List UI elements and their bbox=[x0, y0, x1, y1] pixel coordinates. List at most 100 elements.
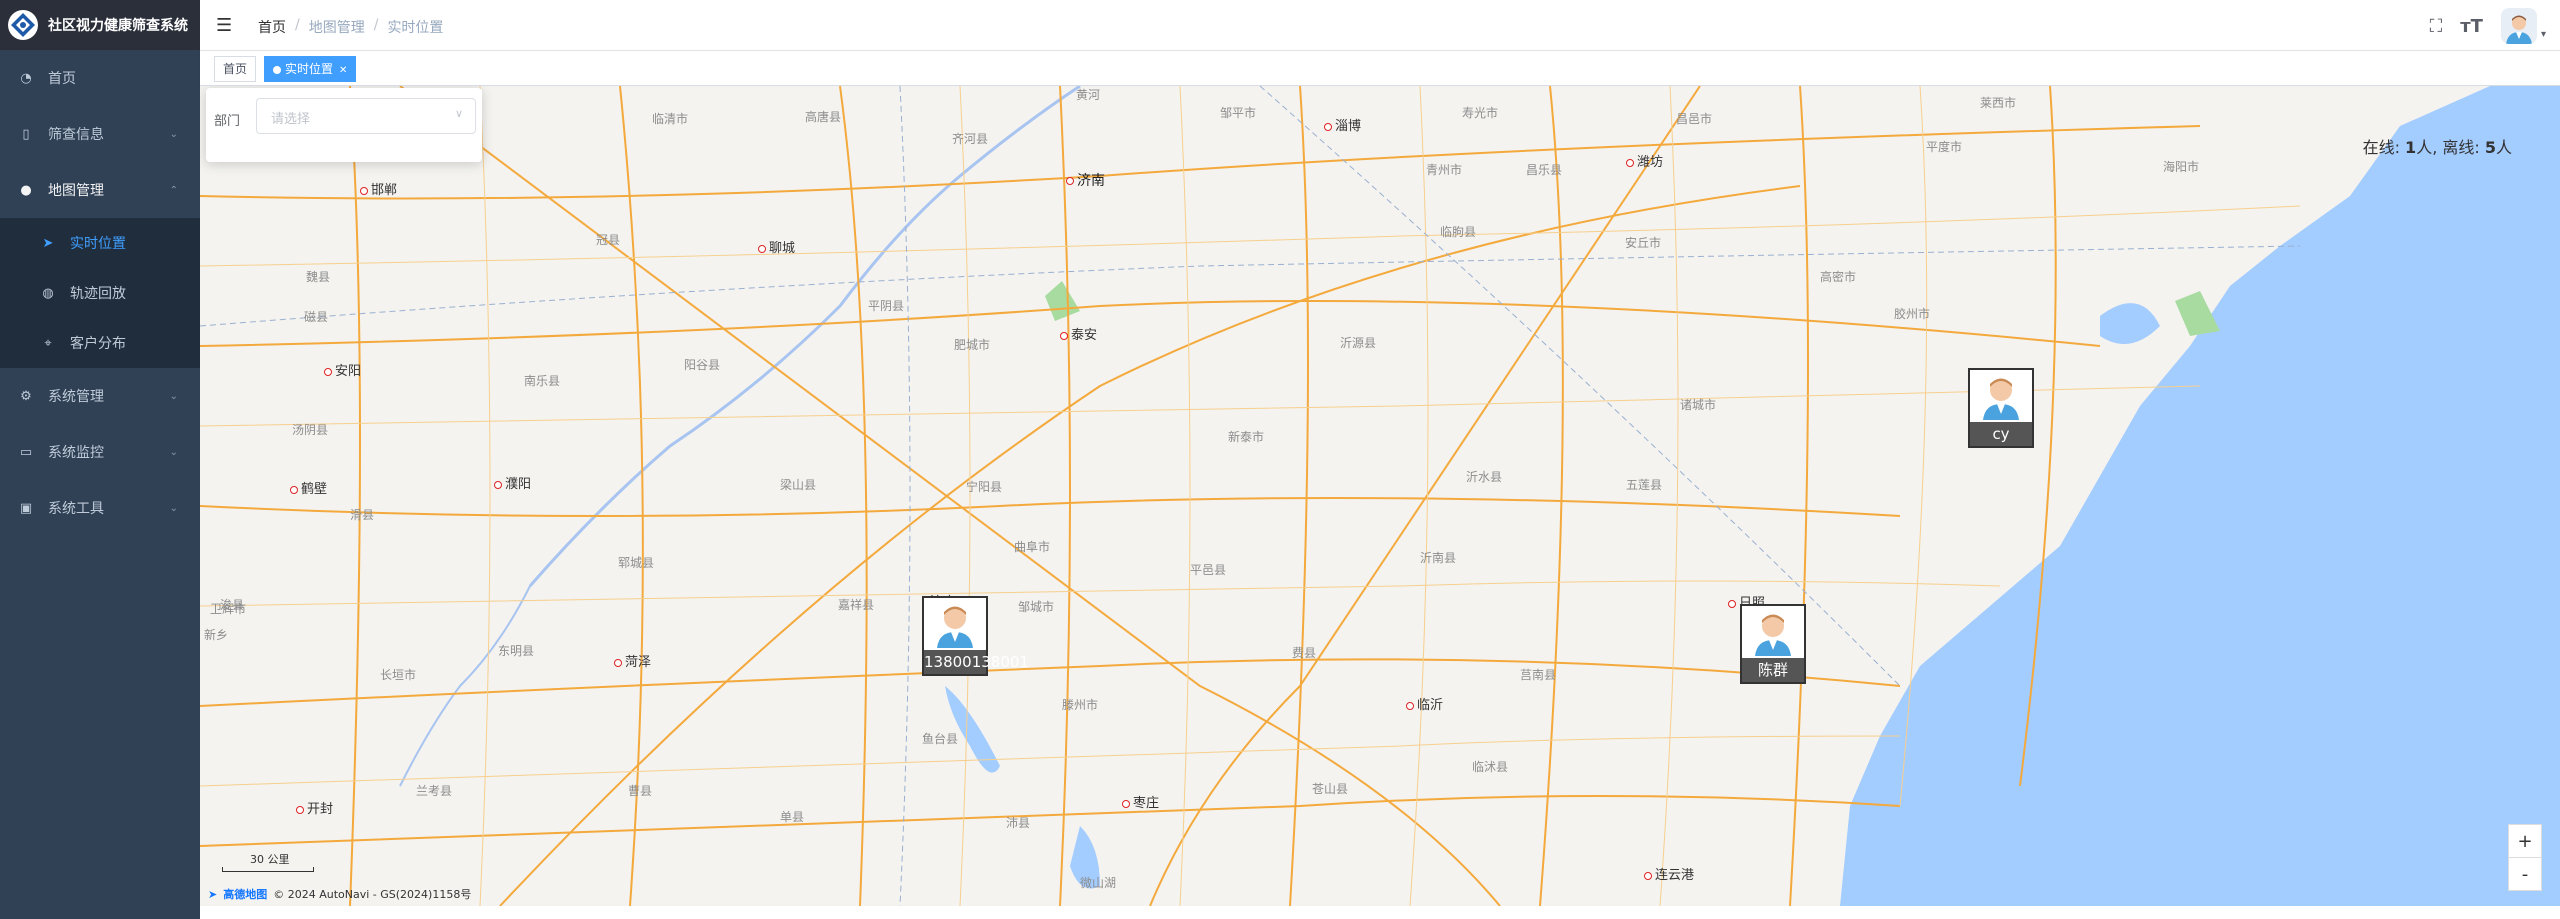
marker-name: cy bbox=[1970, 422, 2032, 446]
book-icon: ▯ bbox=[22, 126, 30, 142]
map-submenu: ➤ 实时位置 ◍ 轨迹回放 ⌖ 客户分布 bbox=[0, 218, 200, 368]
city-label: 枣庄 bbox=[1122, 792, 1159, 811]
map-base-layer bbox=[200, 86, 2560, 906]
user-icon: ● bbox=[20, 182, 32, 198]
county-label: 南乐县 bbox=[524, 374, 561, 388]
offline-prefix: 人, 离线: bbox=[2416, 138, 2485, 157]
city-label: 濮阳 bbox=[494, 473, 531, 492]
county-label: 平邑县 bbox=[1190, 563, 1227, 577]
zoom-out-button[interactable]: - bbox=[2508, 857, 2542, 891]
department-label: 部门 bbox=[214, 114, 241, 129]
sidebar-item-map[interactable]: ● 地图管理 ⌃ bbox=[0, 162, 200, 218]
city-label: 临沂 bbox=[1406, 694, 1443, 713]
sidebar-item-screening[interactable]: ▯ 筛查信息 ⌄ bbox=[0, 106, 200, 162]
person-marker[interactable]: 陈群 bbox=[1740, 604, 1806, 684]
county-label: 沂南县 bbox=[1420, 551, 1457, 565]
county-label: 昌邑市 bbox=[1676, 112, 1713, 126]
county-label: 青州市 bbox=[1426, 163, 1463, 177]
person-avatar-icon bbox=[1970, 370, 2032, 422]
county-label: 滕州市 bbox=[1062, 698, 1099, 712]
send-icon: ➤ bbox=[42, 235, 54, 251]
county-label: 莱西市 bbox=[1980, 96, 2017, 110]
county-label: 寿光市 bbox=[1462, 106, 1499, 120]
county-label: 临清市 bbox=[652, 112, 689, 126]
sidebar-item-label: 筛查信息 bbox=[48, 127, 104, 143]
sidebar-item-label: 地图管理 bbox=[48, 183, 104, 199]
tag-home[interactable]: 首页 bbox=[214, 56, 257, 82]
location-icon: ⌖ bbox=[44, 335, 52, 351]
city-label: 安阳 bbox=[324, 360, 361, 379]
county-label: 曲阜市 bbox=[1014, 540, 1051, 554]
sidebar-item-tools[interactable]: ▣ 系统工具 ⌄ bbox=[0, 480, 200, 536]
county-label: 东明县 bbox=[498, 644, 535, 658]
person-avatar-icon bbox=[1742, 606, 1804, 658]
county-label: 曹县 bbox=[628, 784, 653, 798]
department-select-placeholder: 请选择 bbox=[271, 112, 311, 127]
zoom-in-button[interactable]: + bbox=[2508, 824, 2542, 858]
county-label: 宁阳县 bbox=[966, 480, 1003, 494]
scale-bar bbox=[222, 867, 314, 872]
fullscreen-icon[interactable]: ⛶ bbox=[2430, 16, 2443, 37]
county-label: 新乡 bbox=[204, 628, 229, 642]
tag-realtime[interactable]: 实时位置 ✕ bbox=[264, 56, 357, 82]
sidebar-item-label: 轨迹回放 bbox=[70, 286, 126, 302]
app-title: 社区视力健康筛查系统 bbox=[48, 18, 188, 34]
county-label: 五莲县 bbox=[1626, 478, 1663, 492]
map-scale: 30 公里 bbox=[222, 851, 314, 872]
sidebar-item-customers[interactable]: ⌖ 客户分布 bbox=[0, 318, 200, 368]
chevron-down-icon: ⌄ bbox=[169, 502, 178, 514]
breadcrumb-home[interactable]: 首页 bbox=[258, 17, 286, 37]
sidebar-item-label: 首页 bbox=[48, 71, 76, 87]
navbar: ☰ 首页 / 地图管理 / 实时位置 ⛶ тT ▾ bbox=[200, 0, 2560, 51]
hamburger-icon[interactable]: ☰ bbox=[216, 15, 232, 36]
county-label: 高唐县 bbox=[805, 110, 842, 124]
county-label: 高密市 bbox=[1820, 270, 1857, 284]
county-label: 梁山县 bbox=[780, 478, 817, 492]
sidebar-item-realtime[interactable]: ➤ 实时位置 bbox=[0, 218, 200, 268]
close-icon[interactable]: ✕ bbox=[339, 65, 347, 76]
county-label: 齐河县 bbox=[952, 132, 989, 146]
chevron-down-icon: ⌄ bbox=[169, 390, 178, 402]
copyright-text: © 2024 AutoNavi - GS(2024)1158号 bbox=[273, 888, 472, 901]
online-prefix: 在线: bbox=[2362, 138, 2406, 157]
marker-name: 13800138001 bbox=[924, 650, 1029, 674]
city-label: 开封 bbox=[296, 798, 333, 817]
county-label: 汤阴县 bbox=[292, 423, 329, 437]
app-logo[interactable]: 社区视力健康筛查系统 bbox=[0, 0, 200, 50]
person-marker[interactable]: cy bbox=[1968, 368, 2034, 448]
breadcrumb-separator: / bbox=[295, 17, 300, 33]
sidebar-item-label: 系统工具 bbox=[48, 501, 104, 517]
county-label: 胶州市 bbox=[1894, 307, 1931, 321]
county-label: 微山湖 bbox=[1080, 876, 1117, 890]
sidebar-item-home[interactable]: ◔ 首页 bbox=[0, 50, 200, 106]
county-label: 嘉祥县 bbox=[838, 598, 875, 612]
dashboard-icon: ◔ bbox=[20, 70, 32, 86]
chevron-down-icon: ⌄ bbox=[169, 128, 178, 140]
county-label: 邹城市 bbox=[1018, 600, 1055, 614]
person-marker[interactable]: 13800138001 bbox=[922, 596, 1029, 676]
map-copyright: ➤ 高德地图 © 2024 AutoNavi - GS(2024)1158号 bbox=[208, 886, 471, 902]
monitor-icon: ▭ bbox=[19, 444, 33, 460]
county-label: 邹平市 bbox=[1220, 106, 1257, 120]
county-label: 临沭县 bbox=[1472, 760, 1509, 774]
sidebar-item-system[interactable]: ⚙ 系统管理 ⌄ bbox=[0, 368, 200, 424]
sidebar-item-track[interactable]: ◍ 轨迹回放 bbox=[0, 268, 200, 318]
person-avatar-icon bbox=[924, 598, 986, 650]
scale-label: 30 公里 bbox=[250, 853, 290, 866]
county-label: 沛县 bbox=[1006, 816, 1031, 830]
department-select[interactable]: 请选择 ∨ bbox=[256, 98, 476, 134]
city-label: 淄博 bbox=[1324, 115, 1361, 134]
avatar[interactable] bbox=[2500, 8, 2537, 44]
county-label: 临朐县 bbox=[1440, 225, 1477, 239]
city-label: 鹤壁 bbox=[290, 478, 327, 497]
county-label: 长垣市 bbox=[380, 668, 417, 682]
county-label: 新泰市 bbox=[1228, 430, 1265, 444]
font-size-icon[interactable]: тT bbox=[2460, 16, 2483, 37]
county-label: 平阴县 bbox=[868, 299, 905, 313]
chevron-down-icon[interactable]: ▾ bbox=[2541, 29, 2546, 40]
breadcrumb-separator: / bbox=[373, 17, 379, 33]
sidebar-item-monitor[interactable]: ▭ 系统监控 ⌄ bbox=[0, 424, 200, 480]
county-label: 魏县 bbox=[306, 270, 331, 284]
map-canvas[interactable]: 济南 淄博 潍坊 聊城 泰安 邯郸 安阳 濮阳 鹤壁 菏泽 临沂 日照 枣庄 开… bbox=[200, 86, 2560, 906]
sidebar-item-label: 客户分布 bbox=[70, 336, 126, 352]
